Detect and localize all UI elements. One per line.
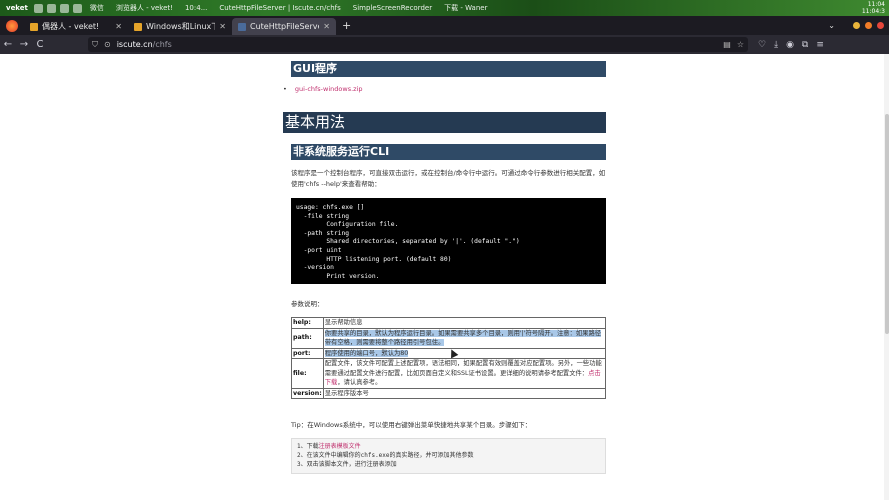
params-label: 参数说明： [291,300,324,308]
clock-line-2: 11:04:3 [861,8,885,15]
step-number: 1、 [297,443,307,450]
menu-icon[interactable]: ≡ [816,40,824,50]
params-table: help: 显示帮助信息 path: 你要共享的目录，默认为程序运行目录。如果需… [291,317,607,399]
os-task-2[interactable]: 浏览器人 - veket! [112,3,177,13]
tab-close-icon[interactable]: ✕ [219,22,226,31]
os-task-4[interactable]: CuteHttpFileServer | Iscute.cn/chfs [215,4,344,12]
step-number: 2、 [297,452,307,459]
url-host: iscute.cn [116,40,153,49]
param-desc: 程序使用的端口号，默认为80 [322,347,607,359]
window-maximize-button[interactable] [865,22,872,29]
tab-favicon-icon [134,22,142,31]
os-task-5[interactable]: SimpleScreenRecorder [349,4,436,12]
usage-code-block: usage: chfs.exe [] -file string Configur… [291,198,606,284]
param-desc: 显示帮助信息 [322,317,607,329]
url-path: /chfs [152,40,172,49]
reader-icon[interactable]: ▤ [723,40,731,49]
table-row: help: 显示帮助信息 [291,317,607,329]
step-text: 下载 [306,443,319,450]
firefox-menu-icon[interactable] [6,19,18,32]
table-row: version: 显示程序版本号 [291,387,607,399]
url-text[interactable]: iscute.cn/chfs [117,40,718,49]
gui-link-item: gui-chfs-windows.zip [283,85,363,93]
os-app-label[interactable]: veket [0,4,34,12]
tab-3-active[interactable]: CuteHttpFileServer | Iscute ✕ [232,18,336,35]
tab-label: 偶器人 - veket! [42,22,100,31]
tab-label: CuteHttpFileServer | Iscute [250,22,320,31]
step-item: 1、下载注册表模板文件 [297,442,600,451]
tip-text: Tip：在Windows系统中，可以使用右键弹出菜单快捷地共享某个目录。步骤如下… [291,421,532,429]
param-key: path: [291,327,324,349]
param-key: help: [291,317,324,329]
window-minimize-button[interactable] [853,22,860,29]
forward-button[interactable]: → [16,39,32,50]
star-icon[interactable]: ☆ [737,40,744,49]
scrollbar-thumb[interactable] [885,114,889,334]
param-key: port: [291,347,324,359]
tab-2[interactable]: Windows和Linux下的文 ✕ [128,18,232,35]
page-scrollbar[interactable] [884,54,889,500]
table-row: file: 配置文件，该文件可配置上述配置项，语法相同，如果配置有效则覆盖对应配… [291,358,607,389]
gui-heading: GUI程序 [291,61,606,77]
param-desc: 配置文件，该文件可配置上述配置项，语法相同，如果配置有效则覆盖对应配置项。另外，… [322,358,607,389]
shield-icon[interactable]: ⛉ [92,40,98,50]
clock-line-1: 11:04 [867,1,885,8]
intro-paragraph: 该程序是一个控制台程序，可直接双击运行，或在控制台/命令行中运行。可通过命令行参… [291,168,607,190]
downloads-icon[interactable]: ⤓ [774,40,778,50]
tab-label: Windows和Linux下的文 [146,22,216,31]
window-close-button[interactable] [877,22,884,29]
selected-text: 程序使用的端口号，默认为80 [324,349,409,357]
param-key: version: [291,387,324,399]
new-tab-button[interactable]: + [342,19,351,32]
step-item: 2、在该文件中编辑你的chfs.exe的真实路径，并可添加其他参数 [297,451,600,460]
step-text: 双击该脚本文件，进行注册表添加 [306,461,397,468]
step-text: 在该文件中编辑你的chfs.exe的真实路径，并可添加其他参数 [306,452,474,459]
param-desc: 显示程序版本号 [322,387,607,399]
page-content: GUI程序 gui-chfs-windows.zip 基本用法 非系统服务运行C… [0,54,889,500]
reload-button[interactable]: C [32,39,48,50]
back-button[interactable]: ← [0,39,16,50]
tab-close-icon[interactable]: ✕ [323,22,330,31]
file-desc-pre: 配置文件，该文件可配置上述配置项，语法相同，如果配置有效则覆盖对应配置项。另外，… [324,360,602,377]
selected-text: 你要共享的目录，默认为程序运行目录。如果需要共享多个目录，则用'|'符号隔开。注… [324,329,602,346]
os-task-1[interactable]: 微信 [86,3,108,13]
url-bar[interactable]: ⛉ ⊙ iscute.cn/chfs ▤ ☆ [88,37,748,52]
param-desc: 你要共享的目录，默认为程序运行目录。如果需要共享多个目录，则用'|'符号隔开。注… [322,327,607,349]
table-row: path: 你要共享的目录，默认为程序运行目录。如果需要共享多个目录，则用'|'… [291,327,607,349]
tray-icon-3[interactable] [59,3,69,13]
tray-icon-2[interactable] [46,3,56,13]
basic-usage-heading: 基本用法 [283,112,606,133]
pocket-icon[interactable]: ♡ [758,40,766,50]
page-info-icon[interactable]: ⊙ [104,40,111,49]
os-top-panel: veket 微信 浏览器人 - veket! 10:4... CuteHttpF… [0,0,889,16]
step-number: 3、 [297,461,307,468]
intro-line-2: 使用'chfs --help'来查看帮助： [291,180,381,188]
account-icon[interactable]: ◉ [786,40,794,50]
tab-1[interactable]: 偶器人 - veket! ✕ [24,18,128,35]
registry-template-link[interactable]: 注册表模板文件 [319,443,361,450]
os-clock[interactable]: 11:04 11:04:3 [858,1,889,15]
param-key: file: [291,358,324,389]
list-all-tabs-button[interactable]: ⌄ [828,21,835,30]
os-task-6[interactable]: 下载 - Waner [440,3,491,13]
intro-line-1: 该程序是一个控制台程序，可直接双击运行，或在控制台/命令行中运行。可通过命令行参… [291,169,606,177]
navigation-bar: ← → C ⛉ ⊙ iscute.cn/chfs ▤ ☆ ♡ ⤓ ◉ ⧉ ≡ [0,35,889,54]
step-item: 3、双击该脚本文件，进行注册表添加 [297,460,600,469]
tray-icon-4[interactable] [72,3,82,13]
extensions-icon[interactable]: ⧉ [802,40,808,50]
tray-icon-1[interactable] [33,3,43,13]
tab-close-icon[interactable]: ✕ [115,22,122,31]
file-desc-post: ，请认真参考。 [337,379,382,386]
os-task-3[interactable]: 10:4... [181,4,211,12]
cli-heading: 非系统服务运行CLI [291,144,606,160]
browser-tab-bar: 偶器人 - veket! ✕ Windows和Linux下的文 ✕ CuteHt… [0,16,889,35]
tab-favicon-icon [30,22,38,31]
tab-favicon-icon [238,22,246,31]
steps-box: 1、下载注册表模板文件 2、在该文件中编辑你的chfs.exe的真实路径，并可添… [291,438,606,474]
gui-download-link[interactable]: gui-chfs-windows.zip [295,85,363,93]
